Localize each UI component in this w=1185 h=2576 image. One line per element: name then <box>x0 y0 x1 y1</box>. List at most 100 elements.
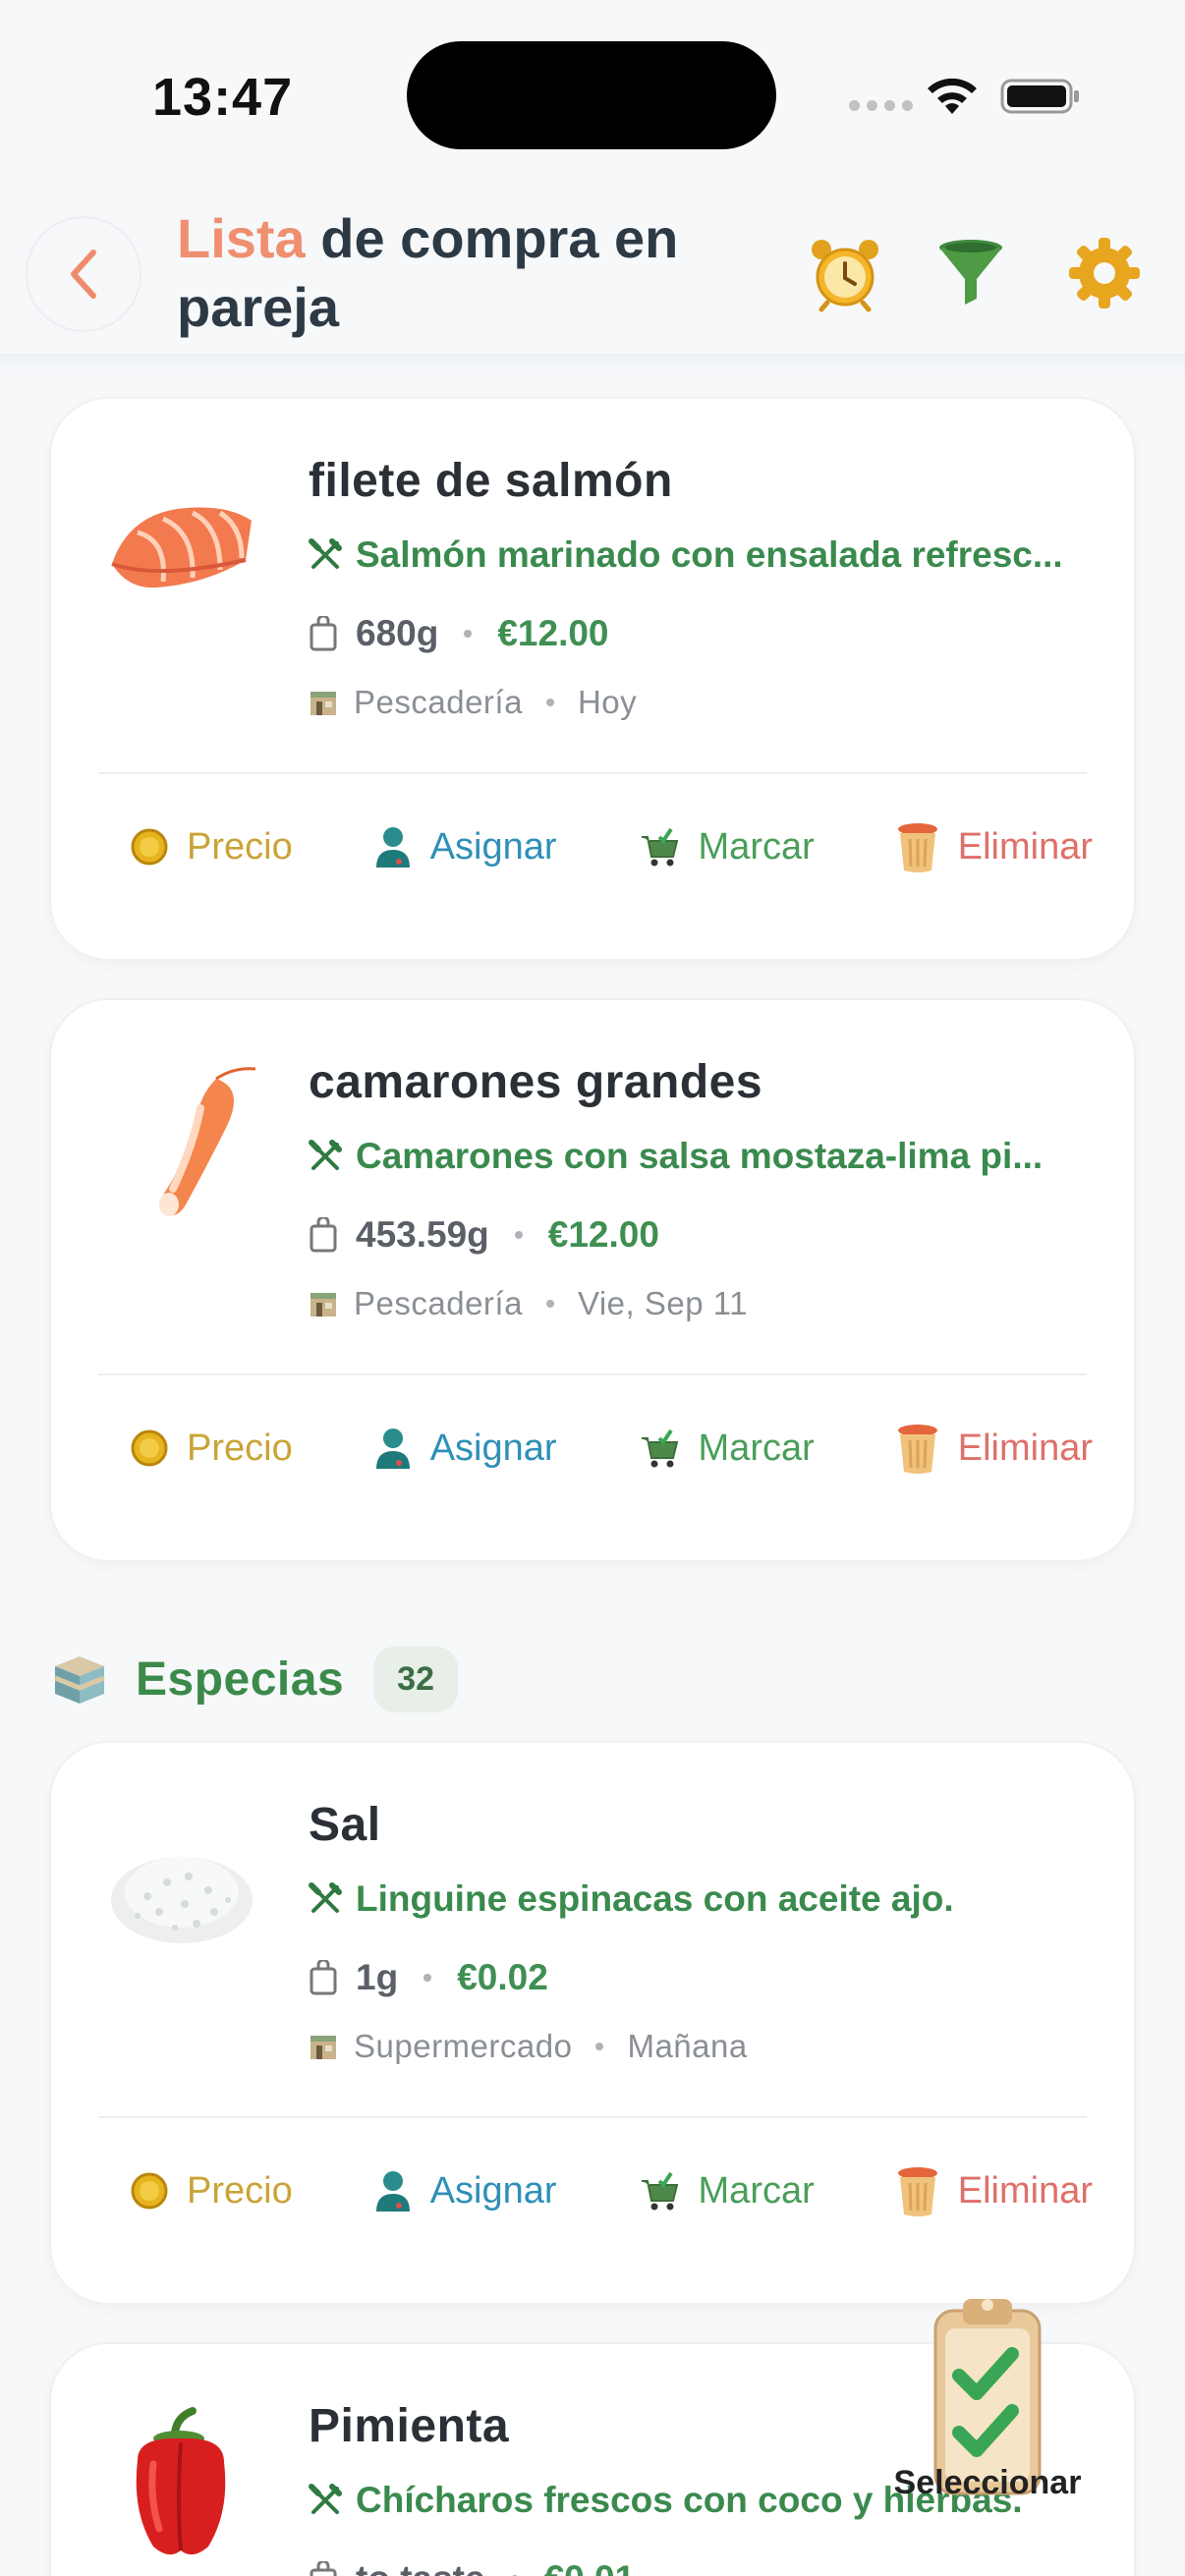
item-recipe[interactable]: Linguine espinacas con aceite ajo. <box>309 1878 1095 1920</box>
item-name: camarones grandes <box>309 1056 763 1108</box>
item-price: €12.00 <box>497 613 609 653</box>
box-icon <box>54 1655 105 1704</box>
fork-knife-icon <box>309 1140 342 1170</box>
cart-icon <box>641 2171 678 2211</box>
trash-can-icon <box>897 2167 937 2216</box>
item-actions: Precio Asignar Marcar Eliminar <box>130 1421 1093 1476</box>
delete-button-label: Eliminar <box>957 825 1093 868</box>
assign-button[interactable]: Asignar <box>373 2168 557 2213</box>
assign-button-label: Asignar <box>429 2169 557 2212</box>
price-button-label: Precio <box>187 1427 293 1469</box>
assign-button-label: Asignar <box>429 1427 557 1469</box>
card-divider <box>98 1373 1087 1375</box>
shopping-bag-icon <box>310 2561 337 2576</box>
item-name: Pimienta <box>309 2400 510 2452</box>
item-recipe[interactable]: Salmón marinado con ensalada refresc... <box>309 534 1095 576</box>
mark-button[interactable]: Marcar <box>638 2169 815 2212</box>
filter-funnel-icon[interactable] <box>931 234 1010 312</box>
store-icon <box>310 1293 336 1316</box>
assign-button[interactable]: Asignar <box>373 1426 557 1471</box>
item-card[interactable]: Sal Linguine espinacas con aceite ajo. 1… <box>49 1741 1136 2305</box>
salt-image <box>111 1857 253 1943</box>
mark-button-label: Marcar <box>698 825 815 868</box>
item-actions: Precio Asignar Marcar Eliminar <box>130 819 1093 874</box>
item-quantity: 680g <box>356 613 439 653</box>
fork-knife-icon <box>309 2484 342 2514</box>
person-icon <box>375 827 410 868</box>
item-quantity: 1g <box>356 1957 399 1997</box>
delete-button[interactable]: Eliminar <box>895 1421 1093 1476</box>
shopping-bag-icon <box>310 1960 337 1995</box>
store-icon <box>310 2036 336 2059</box>
coin-icon <box>131 828 168 866</box>
item-recipe[interactable]: Camarones con salsa mostaza-lima pi... <box>309 1136 1095 1177</box>
status-bar: 13:47 <box>0 0 1185 187</box>
alarm-clock-icon[interactable] <box>806 234 884 312</box>
price-button[interactable]: Precio <box>130 1428 293 1470</box>
price-button-label: Precio <box>187 825 293 868</box>
item-store: Supermercado <box>354 2028 573 2064</box>
separator-dot <box>545 699 554 706</box>
mark-button-label: Marcar <box>698 2169 815 2212</box>
battery-icon <box>1000 79 1079 114</box>
item-name: filete de salmón <box>309 455 673 507</box>
item-quantity-row: 680g €12.00 <box>309 613 609 654</box>
item-quantity: 453.59g <box>356 1214 489 1255</box>
separator-dot <box>514 1231 523 1239</box>
back-button[interactable] <box>26 216 141 332</box>
card-divider <box>98 2116 1087 2118</box>
dynamic-island <box>407 41 776 149</box>
delete-button[interactable]: Eliminar <box>895 819 1093 874</box>
item-quantity-row: 1g €0.02 <box>309 1957 548 1998</box>
gear-icon[interactable] <box>1065 234 1144 312</box>
cart-icon <box>641 1428 678 1468</box>
category-count-badge: 32 <box>373 1647 458 1712</box>
trash-can-icon <box>897 1425 937 1474</box>
wifi-icon <box>928 78 977 114</box>
item-date: Vie, Sep 11 <box>577 1285 749 1321</box>
salmon-fillet-image <box>111 507 252 588</box>
price-button-label: Precio <box>187 2169 293 2212</box>
shrimp-image <box>159 1067 256 1216</box>
shopping-bag-icon <box>310 1217 337 1253</box>
item-price: €0.02 <box>457 1957 548 1997</box>
separator-dot <box>545 1300 554 1308</box>
item-price: €0.01 <box>544 2558 636 2576</box>
mark-button[interactable]: Marcar <box>638 1427 815 1470</box>
separator-dot <box>464 630 473 638</box>
item-recipe-label: Linguine espinacas con aceite ajo. <box>356 1878 954 1919</box>
select-button-label[interactable]: Seleccionar <box>884 2464 1091 2502</box>
shopping-bag-icon <box>310 616 337 651</box>
item-card[interactable]: filete de salmón Salmón marinado con ens… <box>49 397 1136 961</box>
coin-icon <box>131 1429 168 1467</box>
item-meta-row: Pescadería Hoy <box>309 684 637 721</box>
item-card[interactable]: camarones grandes Camarones con salsa mo… <box>49 998 1136 1562</box>
status-time: 13:47 <box>152 68 294 127</box>
person-icon <box>375 2171 410 2212</box>
item-quantity-row: to taste €0.01 <box>309 2558 635 2576</box>
category-header[interactable]: Especias 32 <box>53 1647 458 1712</box>
fork-knife-icon <box>309 1882 342 1913</box>
mark-button-label: Marcar <box>698 1427 815 1469</box>
item-recipe-label: Camarones con salsa mostaza-lima pi... <box>356 1136 1044 1176</box>
coin-icon <box>131 2172 168 2210</box>
item-date: Mañana <box>627 2028 748 2064</box>
category-title: Especias <box>136 1653 345 1706</box>
item-date: Hoy <box>577 684 638 720</box>
assign-button[interactable]: Asignar <box>373 824 557 869</box>
item-quantity: to taste <box>356 2558 485 2576</box>
mark-button[interactable]: Marcar <box>638 825 815 868</box>
price-button[interactable]: Precio <box>130 2170 293 2212</box>
trash-can-icon <box>897 823 937 872</box>
item-recipe-label: Salmón marinado con ensalada refresc... <box>356 534 1063 575</box>
delete-button-label: Eliminar <box>957 1427 1093 1469</box>
item-quantity-row: 453.59g €12.00 <box>309 1214 659 1256</box>
delete-button[interactable]: Eliminar <box>895 2163 1093 2218</box>
card-divider <box>98 772 1087 774</box>
item-meta-row: Supermercado Mañana <box>309 2028 748 2065</box>
item-store: Pescadería <box>354 684 523 720</box>
price-button[interactable]: Precio <box>130 826 293 868</box>
person-icon <box>375 1428 410 1469</box>
delete-button-label: Eliminar <box>957 2169 1093 2212</box>
item-store: Pescadería <box>354 1285 523 1321</box>
